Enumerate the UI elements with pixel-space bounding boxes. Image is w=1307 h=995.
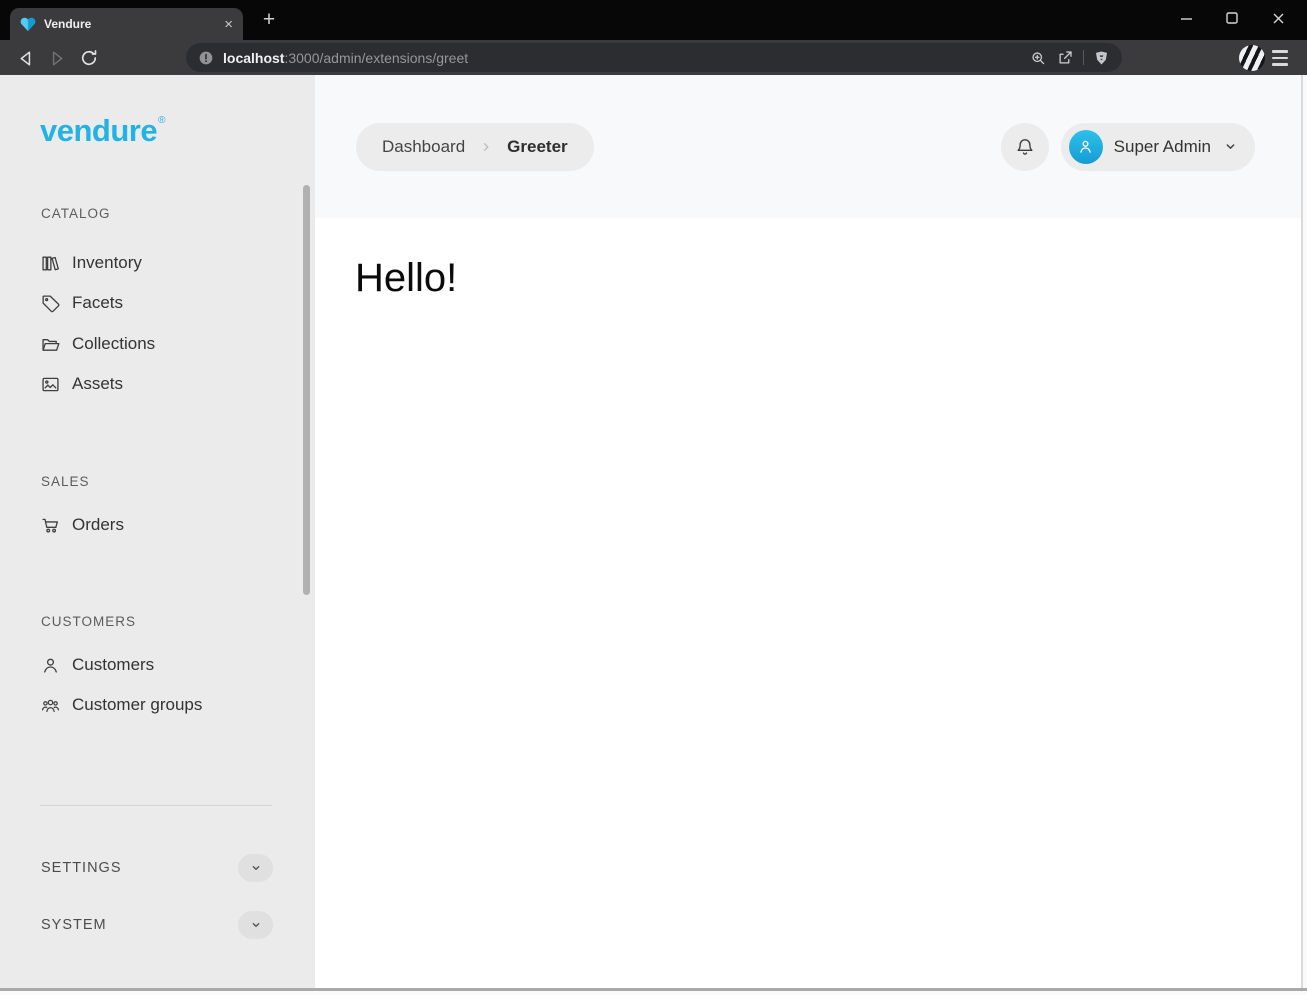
sidebar-item-collections[interactable]: Collections [40, 326, 155, 362]
image-icon [40, 374, 61, 395]
app-header: Dashboard Greeter [315, 75, 1301, 218]
sidebar-section-system[interactable]: SYSTEM [41, 908, 273, 942]
page-content: Hello! [315, 218, 1301, 988]
site-info-icon[interactable] [198, 50, 214, 66]
sidebar-item-label: Inventory [72, 253, 142, 273]
vendure-favicon-icon [20, 17, 36, 32]
section-label-catalog: CATALOG [41, 206, 111, 221]
settings-expand-button[interactable] [238, 854, 273, 882]
main-area: Dashboard Greeter [315, 75, 1301, 988]
section-label-system: SYSTEM [41, 917, 107, 933]
close-icon[interactable] [1255, 0, 1301, 36]
folder-icon [40, 334, 61, 355]
user-icon [1076, 137, 1095, 156]
breadcrumb-dashboard-link[interactable]: Dashboard [382, 137, 465, 157]
vendure-logo[interactable]: vendure® [40, 113, 165, 149]
breadcrumb-current: Greeter [507, 137, 567, 157]
sidebar-scrollbar-thumb[interactable] [303, 185, 310, 595]
sidebar-item-label: Collections [72, 334, 155, 354]
chevron-down-icon [1222, 138, 1239, 155]
notifications-button[interactable] [1001, 123, 1049, 171]
header-actions: Super Admin [1001, 123, 1255, 171]
tab-title: Vendure [44, 17, 216, 31]
url-host: localhost [223, 50, 284, 66]
reload-icon[interactable] [76, 45, 102, 71]
sidebar-item-label: Facets [72, 293, 123, 313]
sidebar-item-label: Orders [72, 515, 124, 535]
sidebar-item-label: Customer groups [72, 695, 202, 715]
back-icon[interactable] [12, 45, 38, 71]
window-bottom-edge [0, 988, 1307, 991]
section-label-customers: CUSTOMERS [41, 614, 136, 629]
library-icon [40, 253, 61, 274]
section-label-settings: SETTINGS [41, 860, 122, 876]
sidebar-item-label: Assets [72, 374, 123, 394]
minimize-icon[interactable] [1163, 0, 1209, 36]
bell-icon [1014, 136, 1036, 158]
section-label-sales: SALES [41, 474, 90, 489]
sidebar-item-customers[interactable]: Customers [40, 647, 154, 683]
cart-icon [40, 515, 61, 536]
sidebar-divider [40, 805, 272, 806]
sidebar-item-assets[interactable]: Assets [40, 366, 123, 402]
sidebar-item-facets[interactable]: Facets [40, 285, 123, 321]
breadcrumb: Dashboard Greeter [356, 123, 594, 171]
user-name: Super Admin [1114, 137, 1211, 157]
profile-avatar-icon[interactable] [1239, 45, 1265, 71]
logo-text: vendure [40, 113, 157, 148]
chevron-down-icon [248, 860, 264, 876]
tag-icon [40, 293, 61, 314]
tab-strip: Vendure × + [0, 0, 1307, 40]
sidebar-section-settings[interactable]: SETTINGS [41, 851, 273, 885]
maximize-icon[interactable] [1209, 0, 1255, 36]
menu-icon[interactable] [1272, 47, 1294, 69]
user-menu-button[interactable]: Super Admin [1061, 123, 1255, 171]
toolbar-separator [1083, 50, 1084, 65]
chevron-down-icon [248, 917, 264, 933]
tab-close-icon[interactable]: × [224, 17, 233, 32]
chevron-right-icon [477, 138, 495, 156]
forward-icon[interactable] [44, 45, 70, 71]
sidebar-item-customer-groups[interactable]: Customer groups [40, 687, 202, 723]
sidebar-item-inventory[interactable]: Inventory [40, 245, 142, 281]
vendure-admin-page: vendure® CATALOG Inventory Facets [0, 75, 1303, 988]
logo-trademark: ® [158, 115, 165, 126]
browser-window: Vendure × + l [0, 0, 1307, 995]
sidebar-item-orders[interactable]: Orders [40, 507, 124, 543]
url-text[interactable]: localhost:3000/admin/extensions/greet [223, 50, 1020, 66]
window-controls [1163, 0, 1301, 36]
new-tab-button[interactable]: + [256, 10, 282, 32]
tab-vendure[interactable]: Vendure × [10, 8, 243, 40]
share-icon[interactable] [1056, 49, 1074, 67]
url-path: :3000/admin/extensions/greet [284, 50, 468, 66]
address-bar[interactable]: localhost:3000/admin/extensions/greet [186, 43, 1122, 72]
sidebar-item-label: Customers [72, 655, 154, 675]
sidebar: vendure® CATALOG Inventory Facets [0, 75, 315, 988]
greeting-heading: Hello! [355, 256, 1261, 301]
brave-shield-icon[interactable] [1093, 49, 1110, 67]
zoom-icon[interactable] [1029, 49, 1047, 67]
system-expand-button[interactable] [238, 911, 273, 939]
users-icon [40, 695, 61, 716]
user-avatar [1069, 130, 1103, 164]
user-icon [40, 655, 61, 676]
